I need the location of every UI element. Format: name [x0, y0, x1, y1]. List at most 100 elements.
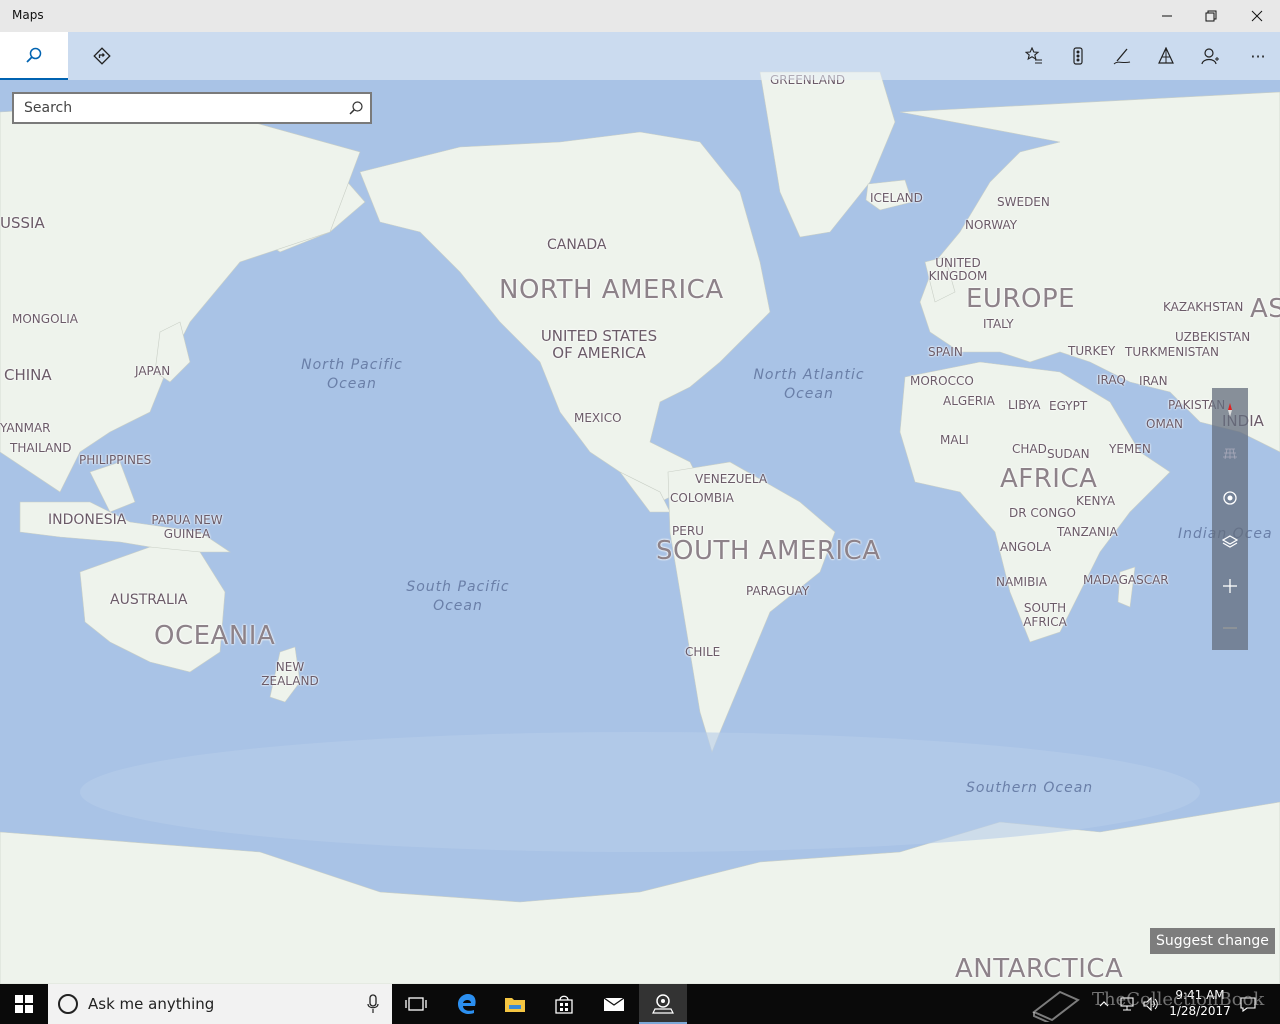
favorites-button[interactable] [1012, 32, 1056, 80]
tab-directions[interactable] [68, 32, 136, 80]
label-uzbekistan: UZBEKISTAN [1175, 330, 1251, 344]
person-icon [1201, 48, 1219, 65]
microphone-icon[interactable] [366, 994, 380, 1014]
taskbar-mail[interactable] [590, 984, 638, 1024]
app-title: Maps [12, 8, 44, 22]
label-algeria: ALGERIA [943, 394, 995, 408]
search-submit-icon[interactable] [348, 100, 364, 116]
label-russia: USSIA [0, 214, 45, 232]
label-oman: OMAN [1146, 417, 1183, 431]
map-controls [1212, 388, 1248, 650]
traffic-icon [1073, 47, 1083, 65]
more-icon: ··· [1250, 46, 1266, 66]
label-europe: EUROPE [966, 284, 1076, 314]
label-sudan: SUDAN [1047, 447, 1090, 461]
label-south-america: SOUTH AMERICA [656, 536, 881, 566]
more-button[interactable]: ··· [1236, 32, 1280, 80]
label-kazakhstan: KAZAKHSTAN [1163, 300, 1244, 314]
tab-search[interactable] [0, 32, 68, 80]
label-colombia: COLOMBIA [670, 491, 734, 505]
zoom-in-button[interactable] [1212, 564, 1248, 608]
locate-icon [1223, 491, 1237, 505]
watermark-text: TheCollectionBook [1092, 989, 1265, 1010]
label-oceania: OCEANIA [154, 621, 276, 651]
label-southern-ocean: Southern Ocean [966, 780, 1094, 796]
minimize-button[interactable] [1144, 0, 1190, 32]
label-yemen: YEMEN [1109, 442, 1151, 456]
label-canada: CANADA [547, 237, 607, 253]
compass-button[interactable] [1212, 388, 1248, 432]
minimize-icon [1162, 15, 1172, 17]
folder-icon [505, 998, 525, 1012]
cortana-placeholder: Ask me anything [88, 995, 215, 1013]
label-mexico: MEXICO [574, 411, 622, 425]
pen-icon [1113, 48, 1131, 65]
mail-icon [603, 997, 625, 1011]
ink-button[interactable] [1100, 32, 1144, 80]
label-spain: SPAIN [928, 345, 963, 359]
label-papua-new-guinea: PAPUA NEW GUINEA [151, 513, 223, 541]
label-south-africa: SOUTH AFRICA [1023, 601, 1067, 629]
label-venezuela: VENEZUELA [695, 472, 768, 486]
taskbar-maps[interactable] [639, 984, 687, 1024]
zoom-out-icon [1223, 627, 1237, 629]
close-icon [1251, 10, 1263, 22]
compass-icon [1228, 403, 1232, 417]
tilt-button[interactable] [1212, 432, 1248, 476]
label-mali: MALI [940, 433, 969, 447]
label-chile: CHILE [685, 645, 721, 659]
map-canvas[interactable]: GREENLAND ICELAND SWEDEN NORWAY UNITED K… [0, 32, 1280, 984]
layers-button[interactable] [1212, 520, 1248, 564]
label-angola: ANGOLA [1000, 540, 1052, 554]
label-japan: JAPAN [135, 364, 171, 378]
label-asia: AS [1250, 294, 1280, 324]
label-turkey: TURKEY [1068, 344, 1116, 358]
taskbar-edge[interactable] [443, 984, 491, 1024]
zoom-in-icon [1223, 579, 1237, 593]
close-button[interactable] [1234, 0, 1280, 32]
search-icon [26, 47, 42, 63]
start-button[interactable] [0, 984, 48, 1024]
locate-button[interactable] [1212, 476, 1248, 520]
title-bar: Maps [0, 0, 1280, 32]
search-box [12, 92, 372, 124]
task-view-button[interactable] [392, 984, 440, 1024]
label-thailand: THAILAND [10, 441, 72, 455]
top-toolbar: ··· [0, 32, 1280, 80]
label-north-america: NORTH AMERICA [499, 275, 724, 305]
account-button[interactable] [1188, 32, 1232, 80]
store-icon [555, 995, 573, 1014]
label-paraguay: PARAGUAY [746, 584, 810, 598]
favorites-icon [1025, 47, 1042, 64]
maps-icon [652, 994, 674, 1014]
traffic-button[interactable] [1056, 32, 1100, 80]
suggest-change-button[interactable]: Suggest change [1150, 928, 1275, 954]
label-new-zealand: NEW ZEALAND [261, 660, 319, 688]
windows-icon [15, 995, 33, 1013]
book-watermark-icon [1032, 990, 1080, 1022]
restore-icon [1205, 10, 1217, 22]
3d-cities-button[interactable] [1144, 32, 1188, 80]
label-iceland: ICELAND [870, 191, 923, 205]
restore-button[interactable] [1188, 0, 1234, 32]
taskbar-file-explorer[interactable] [491, 984, 539, 1024]
label-africa: AFRICA [1000, 464, 1098, 494]
label-myanmar: YANMAR [0, 421, 51, 435]
label-kenya: KENYA [1076, 494, 1116, 508]
label-united-kingdom: UNITED KINGDOM [928, 256, 988, 283]
taskbar-store[interactable] [540, 984, 588, 1024]
layers-icon [1222, 535, 1238, 548]
zoom-out-button[interactable] [1212, 606, 1248, 650]
label-turkmenistan: TURKMENISTAN [1125, 345, 1219, 359]
cortana-search-box[interactable]: Ask me anything [48, 984, 392, 1024]
label-tanzania: TANZANIA [1057, 525, 1118, 539]
search-input[interactable] [14, 94, 334, 122]
label-antarctica: ANTARCTICA [955, 954, 1124, 984]
label-sweden: SWEDEN [997, 195, 1050, 209]
label-italy: ITALY [983, 317, 1014, 331]
label-libya: LIBYA [1008, 398, 1041, 412]
label-madagascar: MADAGASCAR [1083, 573, 1169, 587]
city-icon [1158, 47, 1174, 64]
edge-icon [458, 994, 476, 1014]
label-dr-congo: DR CONGO [1009, 506, 1076, 520]
